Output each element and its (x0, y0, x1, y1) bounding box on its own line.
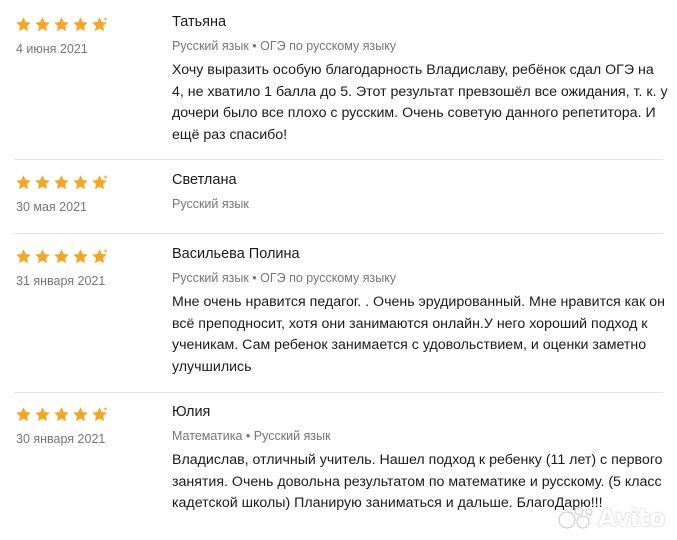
review-text: Хочу выразить особую благодарность Влади… (172, 62, 668, 143)
star-icon (92, 249, 108, 264)
star-icon (16, 407, 31, 422)
review-text: Мне очень нравится педагог. . Очень эруд… (172, 294, 665, 375)
star-icon (16, 249, 31, 264)
review-tags: Русский язык • ОГЭ по русскому языку (172, 39, 397, 53)
star-icon (92, 175, 108, 190)
star-icon (54, 249, 69, 264)
star-icon (73, 17, 88, 32)
rating-stars (15, 406, 108, 423)
star-icon (35, 175, 50, 190)
avito-wordmark: Avito (597, 504, 666, 532)
review-author[interactable]: Татьяна (172, 14, 226, 30)
review-date: 31 января 2021 (16, 274, 106, 288)
star-icon (16, 175, 31, 190)
review-author[interactable]: Светлана (172, 172, 237, 188)
star-icon (73, 407, 88, 422)
star-icon (92, 407, 108, 422)
star-icon (73, 249, 88, 264)
star-icon (54, 175, 69, 190)
review-author[interactable]: Юлия (172, 404, 210, 420)
star-icon (92, 17, 108, 32)
review-date: 30 мая 2021 (16, 200, 87, 214)
avito-logo-icon (558, 506, 593, 529)
star-icon (35, 407, 50, 422)
star-icon (54, 407, 69, 422)
avito-watermark: Avito (558, 504, 666, 532)
divider (14, 159, 663, 160)
rating-stars (15, 248, 108, 265)
star-icon (73, 175, 88, 190)
review-tags: Русский язык • ОГЭ по русскому языку (172, 271, 397, 285)
star-icon (35, 249, 50, 264)
star-icon (16, 17, 31, 32)
review-tags: Русский язык (172, 197, 249, 211)
review-author[interactable]: Васильева Полина (172, 246, 300, 262)
review-date: 30 января 2021 (16, 432, 106, 446)
star-icon (54, 17, 69, 32)
reviews-list: 4 июня 2021 Татьяна Русский язык • ОГЭ п… (0, 0, 677, 540)
star-icon (35, 17, 50, 32)
review-item: 31 января 2021 Васильева Полина Русский … (0, 246, 677, 378)
review-tags: Математика • Русский язык (172, 429, 331, 443)
divider (14, 392, 663, 393)
review-item: 30 мая 2021 Светлана Русский язык (0, 172, 677, 224)
divider (14, 233, 663, 234)
rating-stars (15, 174, 108, 191)
review-item: 4 июня 2021 Татьяна Русский язык • ОГЭ п… (0, 14, 677, 146)
review-date: 4 июня 2021 (16, 42, 88, 56)
rating-stars (15, 16, 108, 33)
